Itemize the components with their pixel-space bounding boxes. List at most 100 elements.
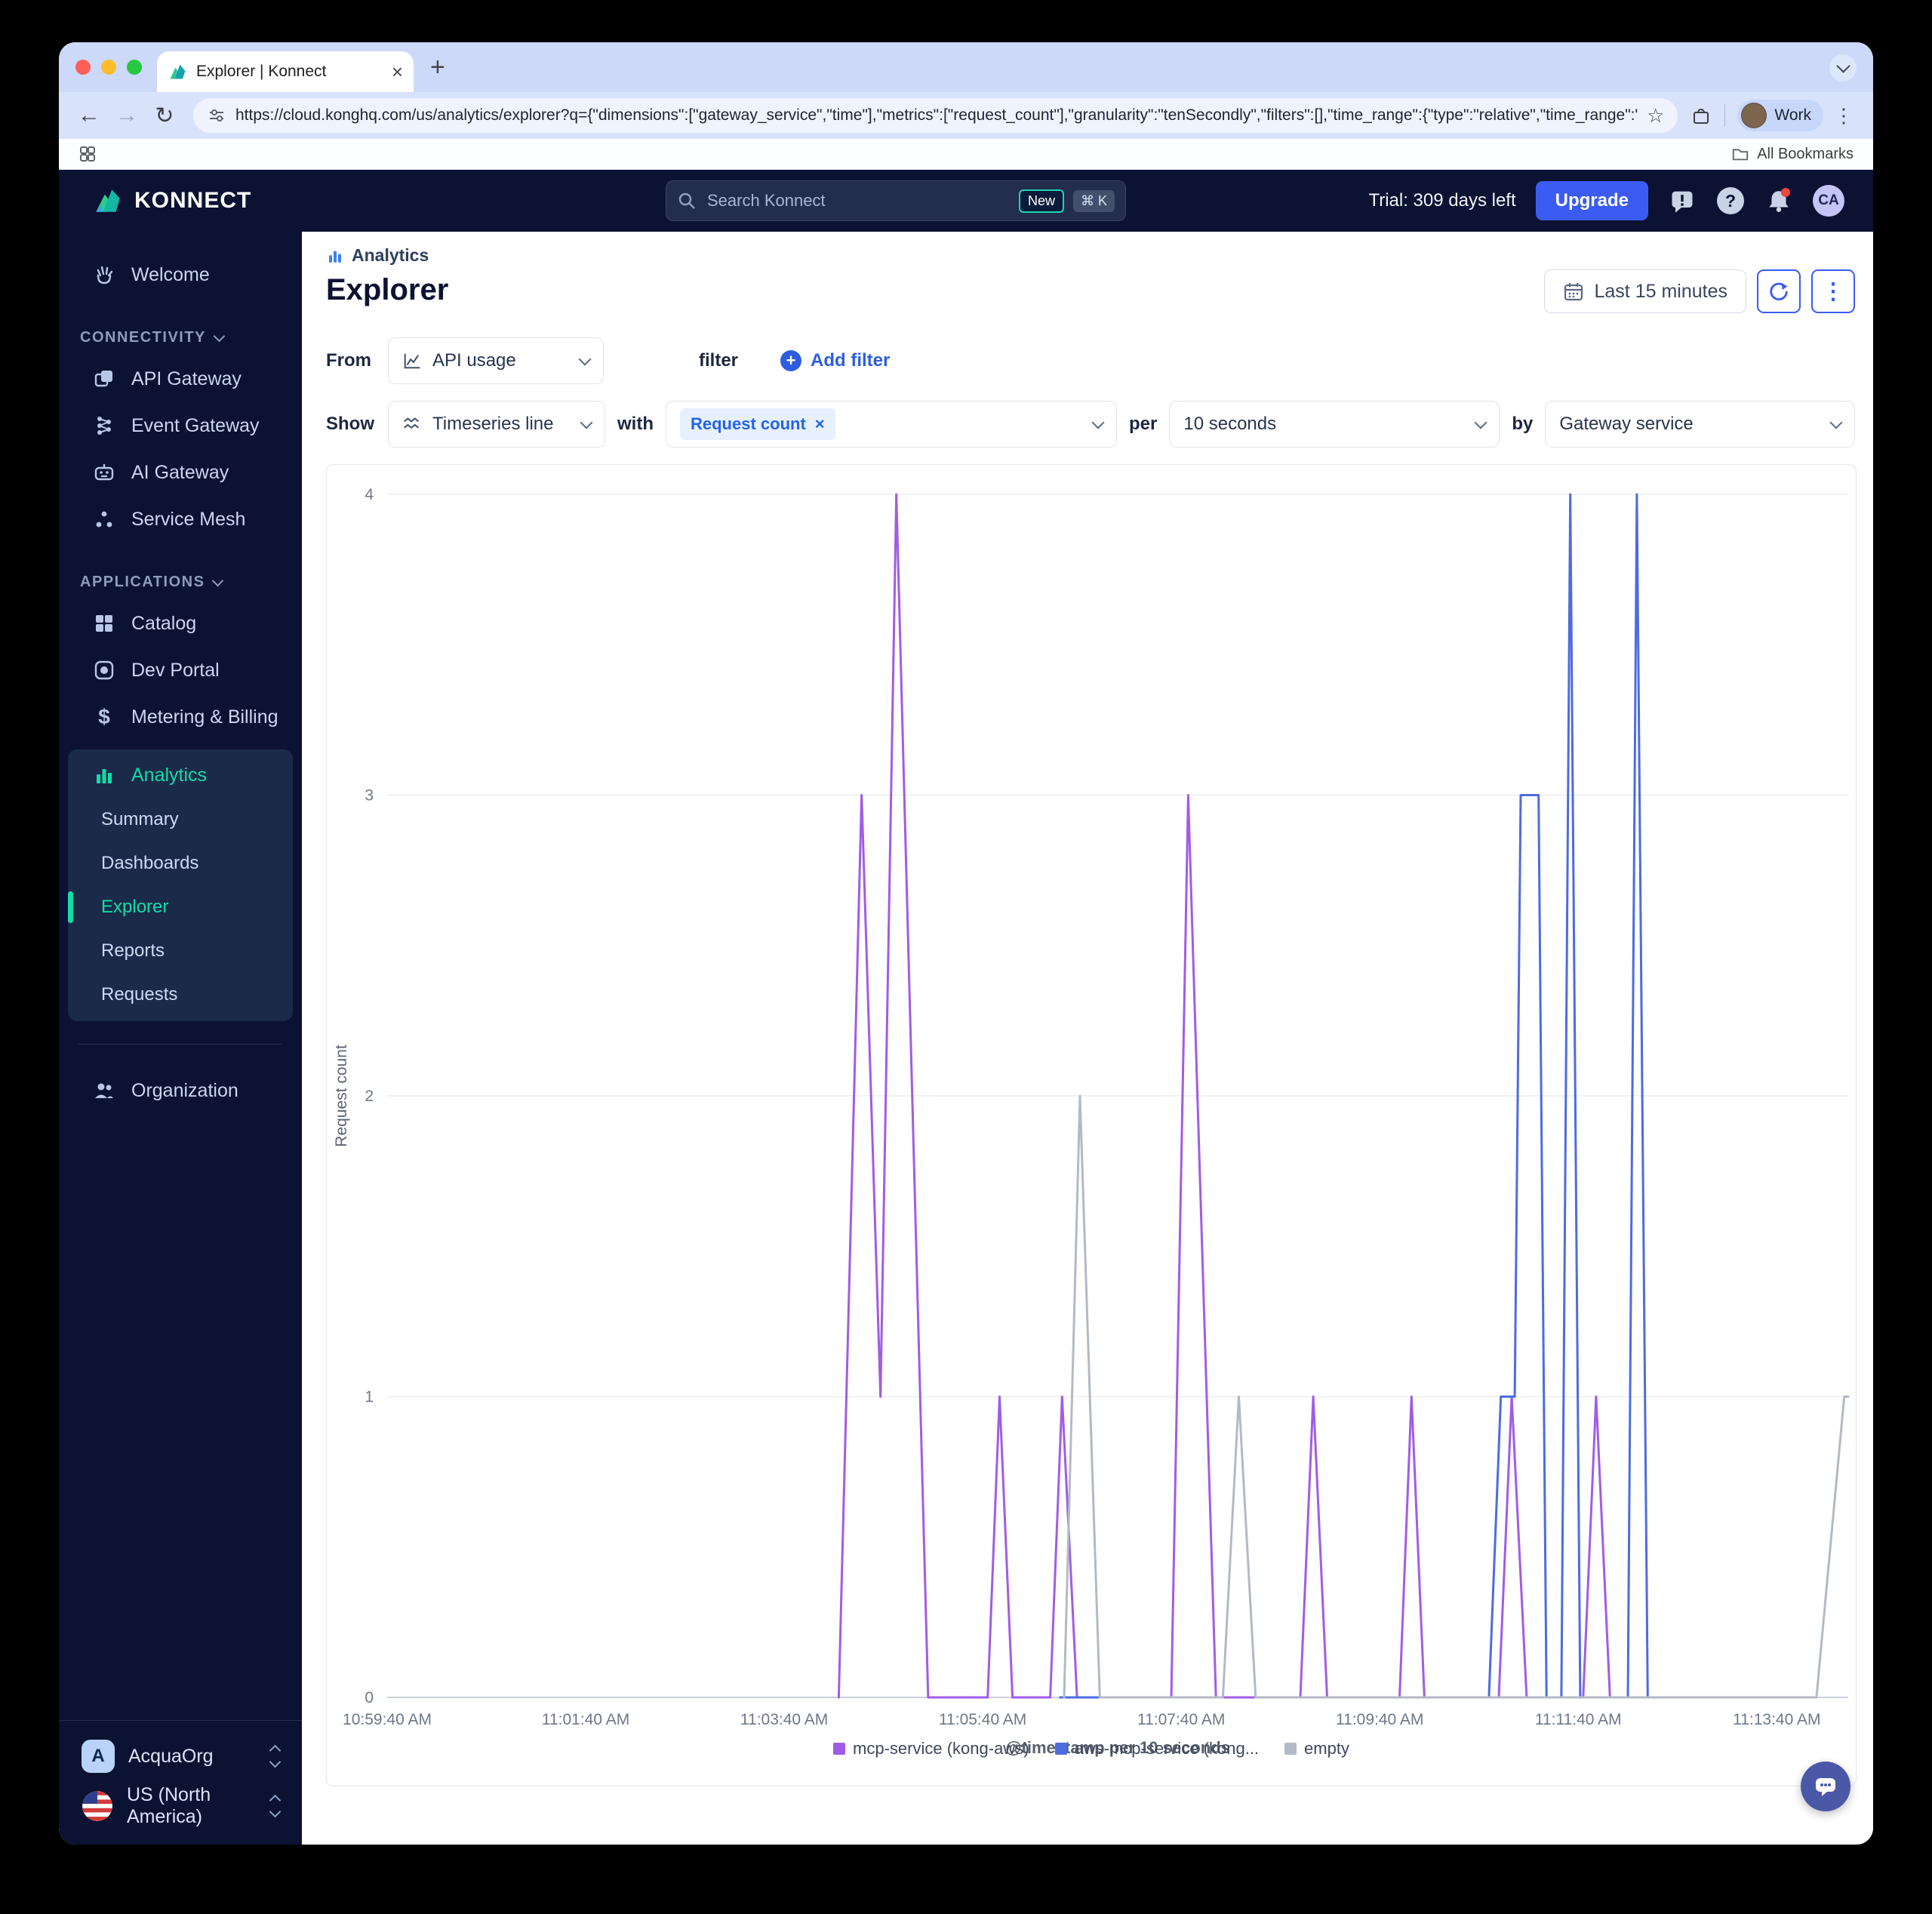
dollar-icon: $ — [98, 705, 110, 728]
chevron-down-icon — [212, 574, 224, 587]
browser-tab[interactable]: Explorer | Konnect × — [157, 51, 414, 92]
tab-close-icon[interactable]: × — [392, 62, 403, 82]
svg-text:1: 1 — [365, 1389, 374, 1406]
legend-swatch — [833, 1743, 846, 1755]
user-avatar[interactable]: CA — [1813, 185, 1844, 217]
chat-widget-button[interactable] — [1801, 1762, 1850, 1811]
add-filter-button[interactable]: + Add filter — [780, 350, 890, 371]
sidebar-item-requests[interactable]: Requests — [68, 973, 293, 1017]
close-window-button[interactable] — [75, 60, 91, 75]
sidebar-item-api-gateway[interactable]: API Gateway — [59, 355, 302, 402]
global-search[interactable]: New ⌘ K — [666, 180, 1126, 221]
sidebar-item-metering-billing[interactable]: $ Metering & Billing — [59, 694, 302, 740]
sidebar-item-label: AI Gateway — [131, 461, 229, 483]
svg-text:3: 3 — [365, 787, 374, 805]
legend-item[interactable]: mcp-service (kong-aws) — [833, 1739, 1029, 1759]
chevron-down-icon — [1835, 59, 1850, 73]
browser-profile-chip[interactable]: Work — [1737, 100, 1823, 131]
sidebar-section-applications[interactable]: APPLICATIONS — [59, 564, 302, 600]
analytics-bars-icon — [92, 764, 116, 786]
breadcrumb[interactable]: Analytics — [326, 245, 1855, 266]
show-label: Show — [326, 414, 374, 434]
notifications-button[interactable] — [1764, 186, 1793, 215]
sidebar-item-reports[interactable]: Reports — [68, 929, 293, 973]
region-switcher[interactable]: US (North America) — [59, 1781, 302, 1831]
metric-chip[interactable]: Request count × — [680, 408, 835, 440]
refresh-button[interactable] — [1757, 269, 1801, 313]
org-switcher[interactable]: A AcquaOrg — [59, 1731, 302, 1781]
sidebar-item-analytics[interactable]: Analytics — [68, 752, 293, 798]
feedback-button[interactable] — [1668, 186, 1697, 215]
svg-text:11:09:40 AM: 11:09:40 AM — [1336, 1711, 1423, 1728]
svg-text:11:11:40 AM: 11:11:40 AM — [1535, 1711, 1622, 1728]
konnect-app: KONNECT New ⌘ K Trial: 309 days left Upg… — [59, 170, 1873, 1845]
chevron-down-icon — [1091, 416, 1105, 429]
minimize-window-button[interactable] — [101, 60, 116, 75]
sidebar-item-event-gateway[interactable]: Event Gateway — [59, 402, 302, 449]
subitem-label: Explorer — [101, 897, 169, 917]
reload-button[interactable]: ↻ — [148, 103, 181, 129]
sidebar-item-dashboards[interactable]: Dashboards — [68, 842, 293, 885]
groupby-dropdown[interactable]: Gateway service — [1545, 401, 1855, 448]
browser-window: Explorer | Konnect × + ← → ↻ https://clo… — [59, 42, 1873, 1845]
sidebar-item-explorer[interactable]: Explorer — [68, 885, 293, 929]
apps-grid-icon[interactable] — [78, 145, 97, 163]
chat-icon — [1816, 1778, 1835, 1796]
sidebar-item-summary[interactable]: Summary — [68, 798, 293, 842]
from-label: From — [326, 350, 371, 371]
svg-text:11:07:40 AM: 11:07:40 AM — [1137, 1711, 1225, 1728]
upgrade-button[interactable]: Upgrade — [1535, 181, 1648, 220]
help-button[interactable]: ? — [1716, 186, 1745, 215]
new-badge: New — [1018, 189, 1064, 213]
breadcrumb-label: Analytics — [352, 245, 429, 265]
chart-type-dropdown[interactable]: Timeseries line — [388, 401, 605, 448]
refresh-icon — [1770, 282, 1788, 301]
granularity-dropdown[interactable]: 10 seconds — [1169, 401, 1500, 448]
search-icon — [678, 192, 695, 209]
chip-remove-icon[interactable]: × — [815, 414, 825, 434]
svg-text:4: 4 — [365, 486, 374, 503]
bookmark-star-icon[interactable]: ☆ — [1647, 104, 1664, 128]
subitem-label: Requests — [101, 984, 178, 1005]
metric-dropdown[interactable]: Request count × — [666, 401, 1117, 448]
section-label: CONNECTIVITY — [80, 328, 206, 346]
sidebar-section-connectivity[interactable]: CONNECTIVITY — [59, 319, 302, 355]
sidebar-item-label: Organization — [131, 1079, 238, 1101]
screen: { "browser": { "tab_title": "Explorer | … — [0, 0, 1932, 1914]
datasource-dropdown[interactable]: API usage — [388, 337, 604, 384]
profile-avatar — [1741, 103, 1767, 128]
sort-chevrons-icon — [269, 1794, 281, 1818]
groupby-value: Gateway service — [1559, 414, 1694, 434]
extensions-icon[interactable] — [1690, 104, 1712, 127]
sidebar-item-ai-gateway[interactable]: AI Gateway — [59, 449, 302, 496]
sidebar-item-service-mesh[interactable]: Service Mesh — [59, 496, 302, 543]
all-bookmarks[interactable]: All Bookmarks — [1731, 145, 1854, 163]
sidebar-item-label: API Gateway — [131, 368, 242, 389]
new-tab-button[interactable]: + — [430, 53, 445, 82]
browser-menu-button[interactable]: ⋮ — [1828, 104, 1860, 128]
address-bar[interactable]: https://cloud.konghq.com/us/analytics/ex… — [193, 98, 1678, 133]
search-input[interactable] — [706, 190, 1010, 211]
legend-item[interactable]: aws-mcp-service (kong... — [1054, 1739, 1259, 1759]
page-actions: Last 15 minutes ⋮ — [1543, 269, 1855, 313]
sidebar-item-dev-portal[interactable]: Dev Portal — [59, 647, 302, 694]
sidebar-item-welcome[interactable]: Welcome — [59, 251, 302, 298]
chart-menu-button[interactable]: ⋮ — [1811, 269, 1855, 313]
svg-text:0: 0 — [365, 1689, 374, 1706]
metric-chip-label: Request count — [691, 414, 806, 433]
legend-item[interactable]: empty — [1284, 1739, 1349, 1759]
time-range-button[interactable]: Last 15 minutes — [1543, 269, 1746, 313]
app-body: Welcome CONNECTIVITY API Gateway Event G… — [59, 232, 1873, 1845]
forward-button[interactable]: → — [110, 103, 143, 128]
sidebar-item-catalog[interactable]: Catalog — [59, 600, 302, 647]
sidebar-item-label: Dev Portal — [131, 659, 220, 681]
zoom-window-button[interactable] — [127, 60, 142, 75]
tab-search-button[interactable] — [1829, 54, 1857, 82]
konnect-logo[interactable]: KONNECT — [59, 185, 251, 217]
sidebar-item-organization[interactable]: Organization — [59, 1067, 302, 1114]
site-settings-icon[interactable] — [207, 106, 226, 125]
url-text[interactable]: https://cloud.konghq.com/us/analytics/ex… — [235, 106, 1638, 125]
back-button[interactable]: ← — [72, 103, 106, 128]
timeseries-chart[interactable]: 0 1 2 3 4 10:59:40 AM 11:01:40 AM 11:03:40 AM 11… — [327, 465, 1856, 1786]
keyboard-shortcut-badge: ⌘ K — [1072, 189, 1115, 212]
